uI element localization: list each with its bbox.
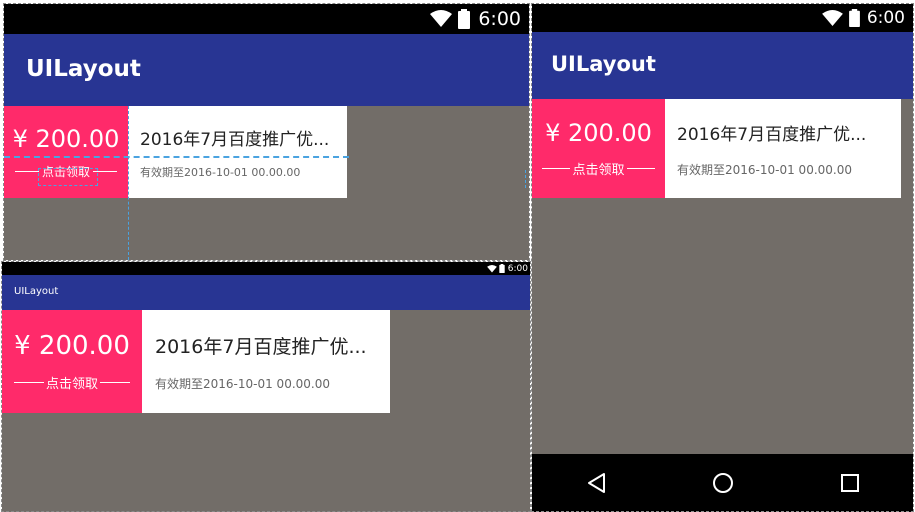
recents-button[interactable]: [830, 463, 870, 503]
coupon-info-panel: 2016年7月百度推广优... 有效期至2016-10-01 00.00.00: [142, 310, 390, 413]
status-time: 6:00: [507, 263, 528, 274]
status-bar: 6:00: [532, 4, 913, 32]
status-bar: 6:00: [2, 262, 530, 275]
home-icon: [712, 473, 733, 493]
battery-icon: [848, 9, 860, 27]
back-icon: [587, 473, 605, 493]
app-bar: UILayout: [4, 34, 529, 106]
app-bar: UILayout: [532, 32, 913, 99]
wifi-icon: [486, 264, 497, 273]
claim-label: 点击领取: [41, 164, 90, 179]
status-time: 6:00: [866, 8, 905, 28]
navigation-bar: [532, 454, 913, 512]
claim-divider-right: [626, 168, 655, 169]
claim-label: 点击领取: [45, 377, 98, 392]
claim-button[interactable]: 点击领取: [542, 159, 655, 178]
claim-divider-left: [542, 168, 571, 169]
coupon-validity: 有效期至2016-10-01 00.00.00: [155, 376, 330, 391]
coupon-amount: ¥ 200.00: [12, 124, 120, 153]
coupon-title: 2016年7月百度推广优...: [140, 129, 330, 150]
wifi-icon: [430, 10, 453, 27]
claim-divider-right: [100, 382, 130, 383]
coupon-info-panel: 2016年7月百度推广优... 有效期至2016-10-01 00.00.00: [128, 106, 347, 198]
battery-icon: [458, 9, 471, 29]
coupon-amount: ¥ 200.00: [545, 119, 652, 147]
claim-button[interactable]: 点击领取: [13, 373, 130, 392]
coupon-card[interactable]: ¥ 200.00 点击领取 2016年7月百度推广优... 有效期至2016-1…: [532, 99, 901, 198]
claim-divider-left: [14, 170, 39, 172]
app-bar: UILayout: [2, 275, 530, 310]
coupon-amount-panel: ¥ 200.00 点击领取: [532, 99, 665, 198]
app-title: UILayout: [14, 286, 59, 297]
status-time: 6:00: [478, 8, 521, 30]
coupon-validity: 有效期至2016-10-01 00.00.00: [140, 165, 301, 179]
coupon-amount: ¥ 200.00: [14, 331, 130, 361]
app-title: UILayout: [551, 52, 656, 76]
battery-icon: [499, 264, 505, 273]
coupon-info-panel: 2016年7月百度推广优... 有效期至2016-10-01 00.00.00: [665, 99, 901, 198]
coupon-validity: 有效期至2016-10-01 00.00.00: [677, 162, 852, 177]
home-button[interactable]: [703, 463, 743, 503]
coupon-amount-panel: ¥ 200.00 点击领取: [4, 106, 128, 198]
back-button[interactable]: [576, 463, 616, 503]
claim-divider-left: [13, 382, 44, 383]
preview-pane-right: 6:00 UILayout ¥ 200.00 点击领取 2016年7月百度推广优…: [532, 4, 913, 512]
coupon-title: 2016年7月百度推广优...: [677, 124, 867, 145]
status-bar: 6:00: [4, 4, 529, 34]
coupon-title: 2016年7月百度推广优...: [155, 335, 367, 358]
coupon-card[interactable]: ¥ 200.00 点击领取 2016年7月百度推广优... 有效期至2016-1…: [4, 106, 347, 198]
preview-pane-top-left: 6:00 UILayout ¥ 200.00 点击领取 2016年7月百度推广优…: [4, 4, 529, 260]
claim-divider-right: [93, 170, 117, 172]
preview-pane-bottom-left: 6:00 UILayout ¥ 200.00 点击领取 2016年7月百度推广优…: [2, 262, 530, 512]
app-title: UILayout: [26, 56, 141, 82]
claim-button[interactable]: 点击领取: [14, 163, 117, 180]
coupon-card[interactable]: ¥ 200.00 点击领取 2016年7月百度推广优... 有效期至2016-1…: [2, 310, 390, 413]
wifi-icon: [821, 9, 843, 26]
recents-icon: [840, 474, 859, 492]
coupon-amount-panel: ¥ 200.00 点击领取: [2, 310, 142, 413]
guide-right-mark: [525, 170, 526, 188]
claim-label: 点击领取: [572, 163, 625, 178]
